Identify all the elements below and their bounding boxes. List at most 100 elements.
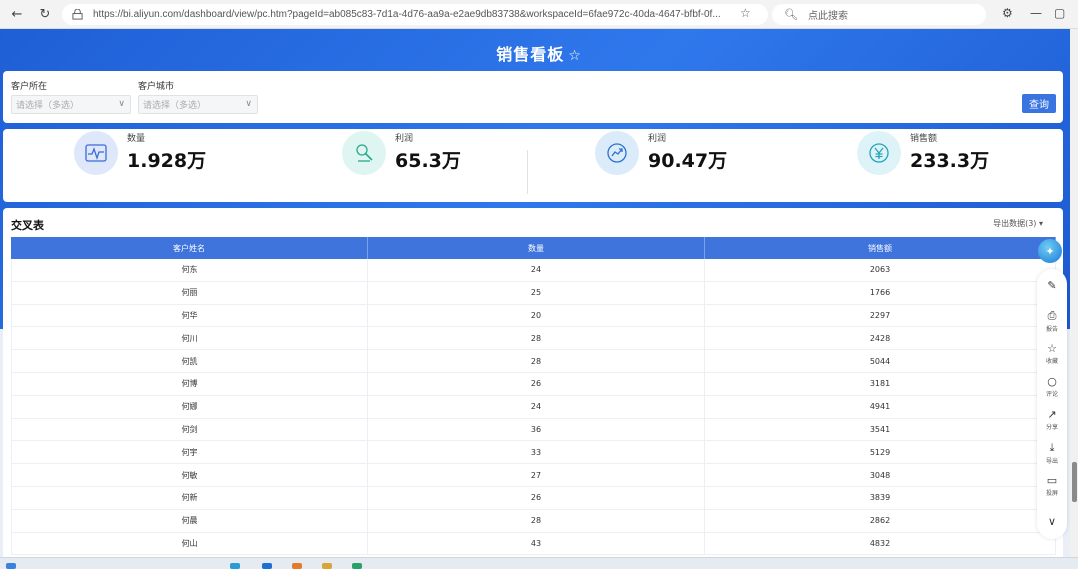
table-cell: 何东 (11, 259, 368, 281)
bookmark-star-icon[interactable]: ☆ (740, 6, 751, 20)
side-tool-collapse[interactable]: ∨ (1037, 515, 1067, 528)
edit-icon: ✎ (1047, 279, 1057, 292)
column-header[interactable]: 销售额 (705, 237, 1056, 259)
kpi-label: 数量 (127, 134, 146, 144)
chevron-down-icon: ∨ (245, 99, 252, 109)
side-tool-present[interactable]: ▭ 投屏 (1037, 474, 1067, 497)
kpi-text: 利润 65.3万 (395, 131, 461, 173)
minimize-icon[interactable]: — (1030, 6, 1042, 20)
table-cell: 1766 (705, 281, 1056, 304)
table-row[interactable]: 何华 20 2297 (11, 304, 1056, 328)
side-tool-comment[interactable]: ○ 评论 (1037, 375, 1067, 398)
side-tool-edit[interactable]: ✎ (1037, 279, 1067, 292)
site-info-icon[interactable] (72, 9, 83, 20)
kpi-text: 数量 1.928万 (127, 131, 206, 173)
star-icon: ☆ (1047, 342, 1057, 355)
table-cell: 何川 (11, 327, 368, 350)
table-cell: 2063 (705, 259, 1056, 281)
cross-table-panel: 交叉表 导出数据(3) ▾ 客户姓名 数量 销售额 何东 24 2063 何丽 25 17… (3, 208, 1063, 569)
column-header[interactable]: 客户姓名 (11, 237, 368, 259)
column-header[interactable]: 数量 (368, 237, 705, 259)
back-icon[interactable]: ← (6, 3, 28, 25)
table-cell: 33 (368, 441, 705, 464)
refresh-icon[interactable]: ↻ (34, 3, 56, 25)
side-toolbar: ✎ ⎙ 报告 ☆ 收藏 ○ 评论 ↗ 分享 ⤓ 导出 ▭ 投屏 ∨ (1037, 269, 1067, 539)
kpi-divider (527, 150, 528, 194)
table-cell: 25 (368, 281, 705, 304)
filter-panel: 客户所在 请选择（多选） ∨ 客户城市 请选择（多选） ∨ 查询 (3, 71, 1063, 123)
kpi-value: 233.3万 (910, 150, 990, 172)
side-tool-share[interactable]: ↗ 分享 (1037, 408, 1067, 431)
query-button[interactable]: 查询 (1022, 94, 1056, 113)
table-cell: 2297 (705, 304, 1056, 327)
table-cell: 何娜 (11, 395, 368, 418)
side-tool-favorite[interactable]: ☆ 收藏 (1037, 342, 1067, 365)
table-row[interactable]: 何敏 27 3048 (11, 464, 1056, 487)
taskbar-app-icon[interactable] (352, 563, 362, 569)
table-row[interactable]: 何宇 33 5129 (11, 441, 1056, 465)
table-row[interactable]: 何博 26 3181 (11, 372, 1056, 396)
report-icon: ⎙ (1047, 309, 1057, 322)
filter-select[interactable]: 请选择（多选） ∨ (11, 95, 131, 114)
os-taskbar (0, 557, 1078, 569)
taskbar-app-icon[interactable] (322, 563, 332, 569)
side-tool-export[interactable]: ⤓ 导出 (1037, 441, 1067, 465)
search-icon: 🔍︎ (784, 8, 798, 21)
download-icon: ⤓ (1049, 441, 1055, 454)
yuan-icon (857, 131, 901, 175)
table-cell: 4832 (705, 532, 1056, 555)
table-row[interactable]: 何山 43 4832 (11, 532, 1056, 556)
table-row[interactable]: 何东 24 2063 (11, 259, 1056, 282)
assistant-ball-icon[interactable]: ✦ (1038, 239, 1062, 263)
table-cell: 何敏 (11, 464, 368, 486)
table-cell: 何山 (11, 532, 368, 555)
table-options-dropdown[interactable]: 导出数据(3) ▾ (993, 218, 1043, 229)
kpi-text: 利润 90.47万 (648, 131, 727, 173)
chevron-down-icon: ∨ (118, 99, 125, 109)
filter-placeholder: 请选择（多选） (143, 101, 207, 111)
address-bar[interactable]: https://bi.aliyun.com/dashboard/view/pc.… (62, 4, 768, 25)
table-row[interactable]: 何新 26 3839 (11, 486, 1056, 510)
stamp-icon (342, 131, 386, 175)
table-row[interactable]: 何凯 28 5044 (11, 350, 1056, 373)
start-icon[interactable] (6, 563, 16, 569)
side-tool-report[interactable]: ⎙ 报告 (1037, 309, 1067, 333)
scrollbar-thumb[interactable] (1072, 462, 1077, 502)
filter-placeholder: 请选择（多选） (16, 101, 80, 111)
table-cell: 何晨 (11, 509, 368, 532)
table-header: 客户姓名 数量 销售额 (11, 237, 1056, 259)
table-cell: 24 (368, 395, 705, 418)
table-row[interactable]: 何川 28 2428 (11, 327, 1056, 351)
table-row[interactable]: 何娜 24 4941 (11, 395, 1056, 419)
table-cell: 20 (368, 304, 705, 327)
kpi-label: 销售额 (910, 134, 938, 144)
taskbar-app-icon[interactable] (292, 563, 302, 569)
table-row[interactable]: 何晨 28 2862 (11, 509, 1056, 533)
present-icon: ▭ (1046, 474, 1058, 487)
favorite-star-icon[interactable]: ☆ (568, 48, 582, 64)
table-row[interactable]: 何剑 36 3541 (11, 418, 1056, 442)
table-cell: 何新 (11, 486, 368, 509)
search-placeholder: 点此搜索 (807, 11, 848, 22)
table-cell: 4941 (705, 395, 1056, 418)
table-cell: 5129 (705, 441, 1056, 464)
kpi-label: 利润 (648, 134, 667, 144)
filter-label: 客户所在 (11, 82, 48, 92)
browser-search-box[interactable]: 🔍︎ 点此搜索 (772, 4, 986, 25)
side-tool-label: 评论 (1045, 391, 1058, 398)
kpi-value: 90.47万 (648, 150, 728, 172)
maximize-icon[interactable]: ▢ (1054, 6, 1065, 20)
table-cell: 何博 (11, 372, 368, 395)
chevron-down-icon: ∨ (1047, 515, 1057, 528)
table-cell: 3839 (705, 486, 1056, 509)
table-cell: 27 (368, 464, 705, 486)
table-cell: 26 (368, 372, 705, 395)
taskbar-app-icon[interactable] (262, 563, 272, 569)
taskbar-app-icon[interactable] (230, 563, 240, 569)
kpi-value: 65.3万 (395, 150, 461, 172)
table-row[interactable]: 何丽 25 1766 (11, 281, 1056, 305)
kpi-label: 利润 (395, 134, 414, 144)
table-cell: 24 (368, 259, 705, 281)
filter-select[interactable]: 请选择（多选） ∨ (138, 95, 258, 114)
settings-icon[interactable]: ⚙ (1002, 6, 1013, 20)
